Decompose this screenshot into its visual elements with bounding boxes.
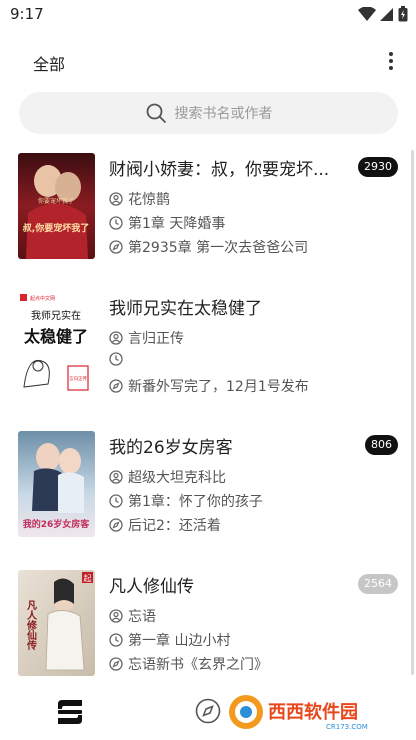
cover-line1: 我师兄实在	[31, 309, 81, 322]
watermark-logo: 西西软件园 CR173.COM	[222, 692, 398, 732]
recent-chapter: 忘语新书《玄界之门》	[128, 657, 268, 673]
watermark-text: 西西软件园	[268, 701, 358, 723]
compass-icon	[109, 657, 123, 671]
author-row: 忘语	[109, 606, 156, 626]
watermark-site: CR173.COM	[326, 723, 368, 731]
clock-icon	[109, 494, 123, 508]
book-cover: 我的26岁女房客	[18, 431, 95, 537]
battery-icon	[398, 6, 408, 22]
book-author: 花惊鹊	[128, 192, 170, 208]
update-count-badge: 2564	[358, 574, 398, 594]
page-title[interactable]: 全部	[33, 51, 65, 75]
recent-chapter-row: 第2935章 第一次去爸爸公司	[109, 237, 308, 257]
recent-chapter-row: 新番外写完了，12月1号发布	[109, 376, 309, 396]
book-item[interactable]: 你要宠坏我了 叔,你要宠坏我了 财阀小娇妻：叔，你要宠坏... 2930 花惊鹊…	[18, 153, 398, 263]
recent-chapter: 新番外写完了，12月1号发布	[128, 379, 309, 395]
latest-chapter: 第1章：怀了你的孩子	[128, 494, 263, 510]
latest-chapter-row: 第一章 山边小村	[109, 630, 230, 650]
bottom-nav: 西西软件园 CR173.COM	[0, 690, 416, 740]
search-icon	[146, 103, 166, 123]
cover-brand: 起点中文网	[30, 295, 55, 302]
cover-badge: 言归正传	[69, 375, 87, 382]
status-time: 9:17	[10, 5, 44, 23]
author-row: 言归正传	[109, 328, 184, 348]
clock-icon	[109, 633, 123, 647]
book-item[interactable]: 我的26岁女房客 我的26岁女房客 806 超级大坦克科比 第1章：怀了你的孩子…	[18, 431, 398, 541]
book-title: 我的26岁女房客	[109, 438, 233, 458]
cover-corner: 起	[84, 574, 92, 583]
clock-icon	[109, 352, 123, 366]
compass-icon	[109, 379, 123, 393]
cover-tag: 你要宠坏我了	[38, 197, 74, 205]
latest-chapter: 第1章 天降婚事	[128, 216, 226, 232]
book-cover: 起点中文网 我师兄实在 太稳健了 言归正传	[18, 292, 95, 398]
book-cover: 你要宠坏我了 叔,你要宠坏我了	[18, 153, 95, 259]
author-icon	[109, 192, 123, 206]
book-item[interactable]: 起点中文网 我师兄实在 太稳健了 言归正传 我师兄实在太稳健了 言归正传 新番外…	[18, 292, 398, 402]
wifi-icon	[358, 6, 376, 21]
recent-chapter: 后记2：还活着	[128, 518, 221, 534]
author-icon	[109, 331, 123, 345]
clock-icon	[109, 216, 123, 230]
author-row: 花惊鹊	[109, 189, 170, 209]
signal-icon	[380, 7, 393, 21]
latest-chapter-row: 第1章 天降婚事	[109, 213, 225, 233]
compass-icon[interactable]	[195, 698, 221, 724]
book-author: 言归正传	[128, 331, 184, 347]
update-count-badge: 806	[365, 435, 398, 455]
recent-chapter-row: 后记2：还活着	[109, 515, 221, 535]
more-vert-icon[interactable]	[380, 48, 402, 74]
book-title: 凡人修仙传	[109, 577, 194, 597]
bookshelf-icon[interactable]	[55, 698, 85, 726]
author-icon	[109, 609, 123, 623]
cover-art: 我的26岁女房客	[23, 518, 91, 530]
book-author: 忘语	[128, 609, 156, 625]
search-placeholder: 搜索书名或作者	[174, 106, 273, 122]
latest-chapter-row: 第1章：怀了你的孩子	[109, 491, 263, 511]
author-row: 超级大坦克科比	[109, 467, 226, 487]
cover-line2: 太稳健了	[23, 327, 88, 346]
recent-chapter-row: 忘语新书《玄界之门》	[109, 654, 268, 674]
status-bar: 9:17	[0, 0, 416, 30]
book-item[interactable]: 起 凡人修仙传 凡人修仙传 2564 忘语 第一章 山边小村 忘语新书《玄界之门…	[18, 570, 398, 680]
top-bar: 全部	[0, 44, 416, 78]
cover-art: 叔,你要宠坏我了	[23, 222, 89, 234]
book-title: 财阀小娇妻：叔，你要宠坏...	[109, 160, 330, 180]
update-count-badge: 2930	[358, 157, 398, 177]
book-title: 我师兄实在太稳健了	[109, 299, 262, 319]
status-icons	[358, 6, 408, 22]
compass-icon	[109, 518, 123, 532]
search-input[interactable]: 搜索书名或作者	[19, 92, 398, 134]
author-icon	[109, 470, 123, 484]
book-cover: 起 凡人修仙传	[18, 570, 95, 676]
latest-chapter-row	[109, 352, 128, 366]
recent-chapter: 第2935章 第一次去爸爸公司	[128, 240, 309, 256]
book-author: 超级大坦克科比	[128, 470, 226, 486]
compass-icon	[109, 240, 123, 254]
latest-chapter: 第一章 山边小村	[128, 633, 231, 649]
book-list: 你要宠坏我了 叔,你要宠坏我了 财阀小娇妻：叔，你要宠坏... 2930 花惊鹊…	[0, 140, 416, 685]
